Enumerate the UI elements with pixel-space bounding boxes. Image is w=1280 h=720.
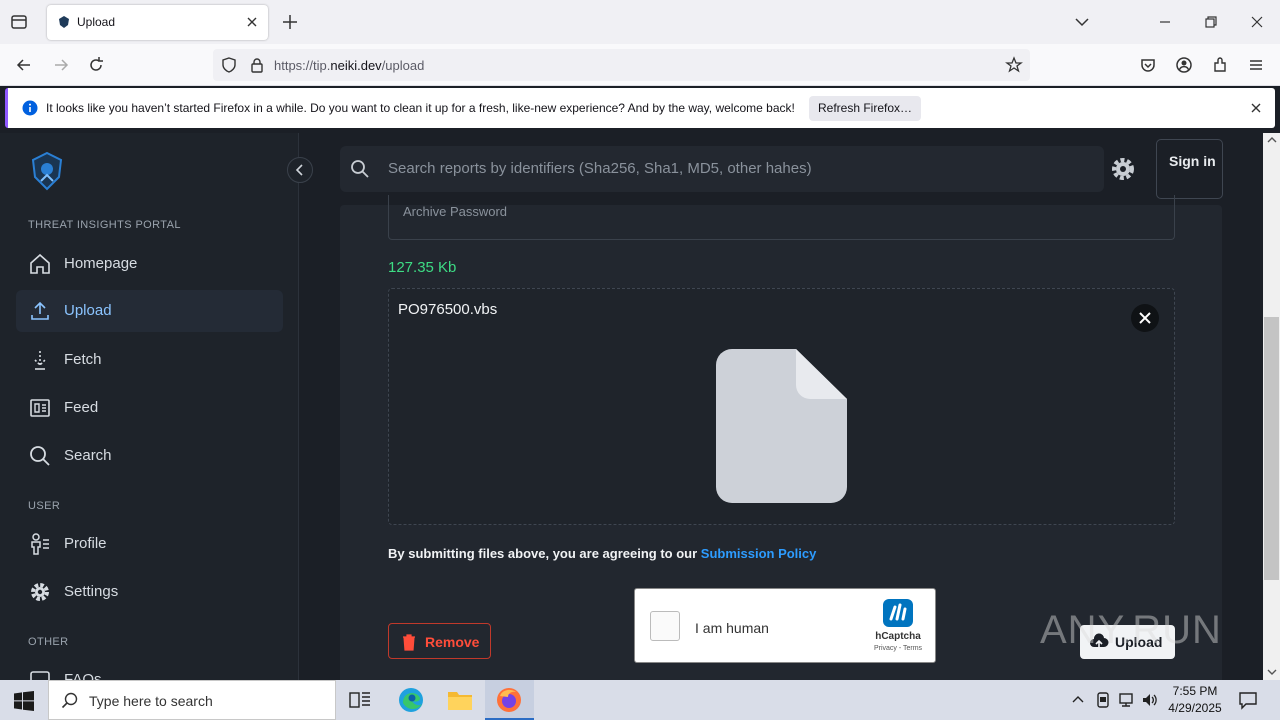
sidebar-item-search[interactable]: Search <box>16 435 283 477</box>
file-size: 127.35 Kb <box>388 259 457 276</box>
edge-browser-icon[interactable] <box>398 687 424 713</box>
close-window-icon[interactable] <box>1247 12 1267 32</box>
tab-list-icon[interactable] <box>9 12 29 32</box>
search-icon <box>28 444 52 468</box>
sidebar-item-settings[interactable]: Settings <box>16 571 283 613</box>
extensions-icon[interactable] <box>1210 55 1230 75</box>
search-icon <box>350 159 370 179</box>
system-clock[interactable]: 7:55 PM 4/29/2025 <box>1162 683 1228 717</box>
task-view-icon[interactable] <box>349 690 371 710</box>
show-hidden-icons-chevron-icon[interactable] <box>1070 692 1086 708</box>
page-scrollbar[interactable] <box>1263 133 1280 680</box>
url-text: https://tip.neiki.dev/upload <box>274 58 425 73</box>
search-placeholder: Search reports by identifiers (Sha256, S… <box>388 160 812 177</box>
collapse-sidebar-button[interactable] <box>287 157 313 183</box>
forward-icon[interactable] <box>51 55 71 75</box>
file-icon <box>716 349 848 503</box>
tab-upload[interactable]: Upload <box>47 5 268 40</box>
tab-title: Upload <box>77 15 116 29</box>
submission-policy-link[interactable]: Submission Policy <box>701 546 817 561</box>
clear-file-button[interactable] <box>1131 304 1159 332</box>
close-notification-icon[interactable] <box>1248 100 1264 116</box>
sidebar-item-feed[interactable]: Feed <box>16 387 283 429</box>
search-icon <box>61 692 79 710</box>
web-page: THREAT INSIGHTS PORTAL Homepage Upload F… <box>0 133 1280 680</box>
sidebar-item-profile[interactable]: Profile <box>16 523 283 565</box>
clock-time: 7:55 PM <box>1172 684 1218 698</box>
sidebar: THREAT INSIGHTS PORTAL Homepage Upload F… <box>0 133 299 680</box>
sign-in-button[interactable]: Sign in <box>1156 139 1223 199</box>
file-name: PO976500.vbs <box>398 301 498 318</box>
sidebar-item-homepage[interactable]: Homepage <box>16 243 283 285</box>
profile-icon <box>28 532 52 556</box>
file-explorer-icon[interactable] <box>447 688 473 712</box>
info-icon <box>22 100 38 116</box>
feed-icon <box>28 396 52 420</box>
notifications-icon[interactable] <box>1238 690 1258 710</box>
chevron-left-icon <box>295 164 303 176</box>
hcaptcha-terms[interactable]: Privacy - Terms <box>871 645 925 652</box>
download-icon <box>28 348 52 372</box>
file-drop-zone[interactable]: PO976500.vbs <box>388 288 1175 525</box>
faq-icon <box>28 668 52 680</box>
hcaptcha-brand: hCaptcha <box>875 631 921 642</box>
taskbar-search-placeholder: Type here to search <box>89 693 213 709</box>
browser-toolbar: https://tip.neiki.dev/upload <box>0 44 1280 86</box>
remove-button[interactable]: Remove <box>388 623 491 659</box>
reload-icon[interactable] <box>86 55 106 75</box>
device-icon[interactable] <box>1094 691 1112 709</box>
new-tab-icon[interactable] <box>280 12 300 32</box>
sidebar-item-faqs[interactable]: FAQs <box>16 659 283 680</box>
watermark: ANY.RUN <box>1040 608 1222 652</box>
sidebar-item-fetch[interactable]: Fetch <box>16 339 283 381</box>
url-bar[interactable]: https://tip.neiki.dev/upload <box>213 49 1030 81</box>
close-tab-icon[interactable] <box>244 14 260 30</box>
scroll-up-icon[interactable] <box>1267 135 1277 145</box>
account-icon[interactable] <box>1174 55 1194 75</box>
scrollbar-thumb[interactable] <box>1264 317 1279 580</box>
archive-password-placeholder: Archive Password <box>403 204 508 219</box>
restore-icon[interactable] <box>1201 12 1221 32</box>
refresh-firefox-button[interactable]: Refresh Firefox… <box>809 96 921 121</box>
notification-message: It looks like you haven’t started Firefo… <box>46 101 795 115</box>
scroll-down-icon[interactable] <box>1267 667 1277 677</box>
sidebar-item-upload[interactable]: Upload <box>16 290 283 332</box>
archive-password-field[interactable]: Archive Password <box>388 195 1175 240</box>
hcaptcha-logo-icon <box>881 597 915 629</box>
back-icon[interactable] <box>14 55 34 75</box>
user-section-label: USER <box>28 500 61 512</box>
bookmark-star-icon[interactable] <box>1005 56 1023 74</box>
firefox-refresh-notification: It looks like you haven’t started Firefo… <box>5 88 1275 128</box>
tab-overflow-chevron-icon[interactable] <box>1072 12 1092 32</box>
volume-icon[interactable] <box>1141 691 1159 709</box>
close-icon <box>1139 312 1151 324</box>
hcaptcha-widget[interactable]: I am human hCaptcha Privacy - Terms <box>634 588 936 663</box>
windows-start-icon[interactable] <box>14 691 34 711</box>
trash-icon <box>401 633 417 651</box>
report-search-input[interactable]: Search reports by identifiers (Sha256, S… <box>340 146 1104 192</box>
windows-taskbar: Type here to search 7:55 PM 4/29/2025 <box>0 680 1280 720</box>
firefox-taskbar-button[interactable] <box>485 680 534 720</box>
clock-date: 4/29/2025 <box>1168 701 1222 715</box>
lock-icon[interactable] <box>248 56 266 74</box>
site-favicon-icon <box>57 15 71 29</box>
browser-tab-bar: Upload <box>0 0 1280 44</box>
home-icon <box>28 252 52 276</box>
pocket-icon[interactable] <box>1138 55 1158 75</box>
portal-logo[interactable] <box>28 151 66 191</box>
captcha-checkbox[interactable] <box>650 611 680 641</box>
firefox-icon <box>496 687 522 713</box>
portal-section-label: THREAT INSIGHTS PORTAL <box>28 219 181 231</box>
submission-policy-text: By submitting files above, you are agree… <box>388 546 817 561</box>
network-icon[interactable] <box>1117 691 1135 709</box>
other-section-label: OTHER <box>28 636 69 648</box>
settings-gear-icon[interactable] <box>1110 156 1136 182</box>
shield-icon[interactable] <box>220 56 238 74</box>
taskbar-search-input[interactable]: Type here to search <box>48 680 336 720</box>
menu-icon[interactable] <box>1246 55 1266 75</box>
minimize-icon[interactable] <box>1155 12 1175 32</box>
gear-icon <box>28 580 52 604</box>
upload-icon <box>28 299 52 323</box>
captcha-label: I am human <box>695 620 769 636</box>
